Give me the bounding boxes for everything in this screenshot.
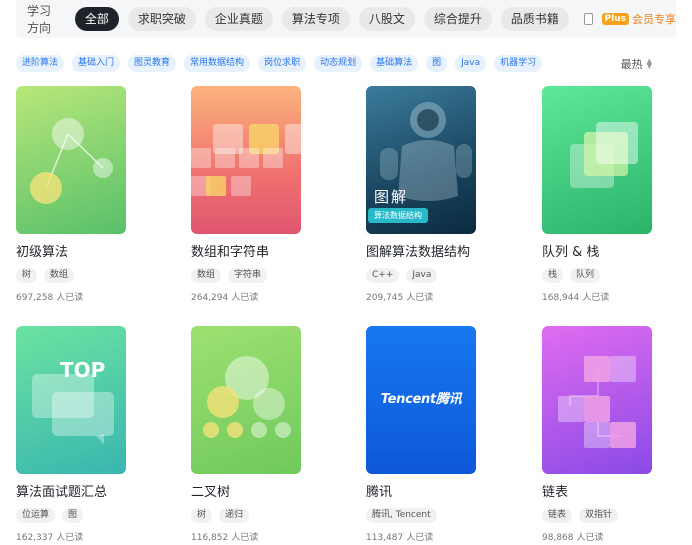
binary-tree-illustration-icon	[203, 356, 291, 438]
cover-text: TOP	[60, 358, 106, 382]
pill-company-questions[interactable]: 企业真题	[204, 7, 273, 31]
reader-count: 209,745 人已读	[366, 293, 434, 303]
reader-count: 264,294 人已读	[191, 293, 259, 303]
tag-jobs[interactable]: 岗位求职	[258, 55, 307, 72]
tag-basic-intro[interactable]: 基础入门	[72, 55, 121, 72]
direction-label: 学习方向	[27, 4, 52, 35]
course-cover[interactable]	[542, 326, 652, 474]
course-card[interactable]: 链表 链表 双指针 98,868 人已读	[542, 326, 692, 543]
course-title[interactable]: 数组和字符串	[191, 244, 351, 262]
sort-dropdown[interactable]: 最热 ▲ ▼	[621, 56, 652, 72]
reader-count: 113,487 人已读	[366, 533, 434, 543]
tag-advanced[interactable]: 进阶算法	[16, 55, 65, 72]
stack-illustration-icon	[570, 122, 638, 188]
graph-illustration-icon	[30, 118, 113, 204]
vip-checkbox[interactable]	[583, 13, 593, 25]
reader-count: 98,868 人已读	[542, 533, 604, 543]
tag-data-structures[interactable]: 常用数据结构	[184, 55, 251, 72]
reader-count: 697,258 人已读	[16, 293, 84, 303]
tencent-logo: Tencent腾讯	[380, 392, 462, 407]
course-tag: 字符串	[228, 268, 268, 283]
course-tag: C++	[366, 268, 400, 283]
course-tag: 数组	[44, 268, 75, 283]
tag-ml[interactable]: 机器学习	[494, 55, 543, 72]
sort-arrows-icon: ▲ ▼	[646, 57, 652, 70]
course-cover[interactable]: 图解 算法数据结构	[366, 86, 476, 234]
course-cover[interactable]	[542, 86, 652, 234]
course-card[interactable]: 数组和字符串 数组 字符串 264,294 人已读	[191, 86, 351, 303]
course-title[interactable]: 腾讯	[366, 484, 526, 502]
tag-turing[interactable]: 图灵教育	[128, 55, 177, 72]
course-card[interactable]: TOP 算法面试题汇总 位运算 图 162,337 人已读	[16, 326, 176, 543]
tag-java[interactable]: Java	[455, 55, 487, 72]
course-title[interactable]: 队列 & 栈	[542, 244, 692, 262]
course-title[interactable]: 图解算法数据结构	[366, 244, 526, 262]
pill-baguwen[interactable]: 八股文	[358, 7, 415, 31]
course-card[interactable]: 初级算法 树 数组 697,258 人已读	[16, 86, 176, 303]
course-tag: 链表	[542, 508, 573, 523]
vip-label[interactable]: 会员专享	[632, 11, 676, 27]
reader-count: 168,944 人已读	[542, 293, 610, 303]
course-title[interactable]: 二叉树	[191, 484, 351, 502]
course-tag: 位运算	[16, 508, 56, 523]
course-title[interactable]: 链表	[542, 484, 692, 502]
course-tag: 双指针	[579, 508, 619, 523]
plus-badge: Plus	[601, 13, 629, 25]
course-tag: 树	[191, 508, 213, 523]
course-cover[interactable]	[191, 326, 301, 474]
course-title[interactable]: 算法面试题汇总	[16, 484, 176, 502]
array-illustration-icon	[191, 124, 301, 196]
cover-tag: 算法数据结构	[368, 208, 428, 223]
course-card[interactable]: 队列 & 栈 栈 队列 168,944 人已读	[542, 86, 692, 303]
linked-list-illustration-icon	[558, 356, 636, 448]
reader-count: 162,337 人已读	[16, 533, 84, 543]
course-cover[interactable]	[16, 86, 126, 234]
reader-count: 116,852 人已读	[191, 533, 259, 543]
sort-label: 最热	[620, 58, 643, 71]
course-tag: 图	[62, 508, 84, 523]
course-card[interactable]: Tencent腾讯 腾讯 腾讯, Tencent 113,487 人已读	[366, 326, 526, 543]
tag-basic-algorithm[interactable]: 基础算法	[370, 55, 419, 72]
course-card[interactable]: 二叉树 树 递归 116,852 人已读	[191, 326, 351, 543]
course-cover[interactable]: Tencent腾讯	[366, 326, 476, 474]
direction-filter-bar: 学习方向 全部 求职突破 企业真题 算法专项 八股文 综合提升 品质书籍 Plu…	[16, 0, 676, 38]
course-tag: 队列	[570, 268, 601, 283]
course-tag: 数组	[191, 268, 222, 283]
course-cover[interactable]: TOP	[16, 326, 126, 474]
pill-job[interactable]: 求职突破	[127, 7, 196, 31]
pill-algorithm[interactable]: 算法专项	[281, 7, 350, 31]
course-tag: 树	[16, 268, 38, 283]
pill-all[interactable]: 全部	[74, 7, 119, 31]
course-tag: 递归	[219, 508, 250, 523]
course-title[interactable]: 初级算法	[16, 244, 176, 262]
pill-books[interactable]: 品质书籍	[500, 7, 569, 31]
cover-text: 图解	[374, 188, 409, 206]
pill-comprehensive[interactable]: 综合提升	[423, 7, 492, 31]
course-tag: 栈	[542, 268, 564, 283]
chat-bubbles-illustration-icon	[32, 374, 114, 444]
course-card[interactable]: 图解 算法数据结构 图解算法数据结构 C++ Java 209,745 人已读	[366, 86, 526, 303]
course-tag: 腾讯, Tencent	[366, 508, 437, 523]
course-cover[interactable]	[191, 86, 301, 234]
tag-dp[interactable]: 动态规划	[314, 55, 363, 72]
tag-graph[interactable]: 图	[426, 55, 448, 72]
tag-row: 进阶算法 基础入门 图灵教育 常用数据结构 岗位求职 动态规划 基础算法 图 J…	[16, 55, 550, 72]
course-tag: Java	[406, 268, 438, 283]
